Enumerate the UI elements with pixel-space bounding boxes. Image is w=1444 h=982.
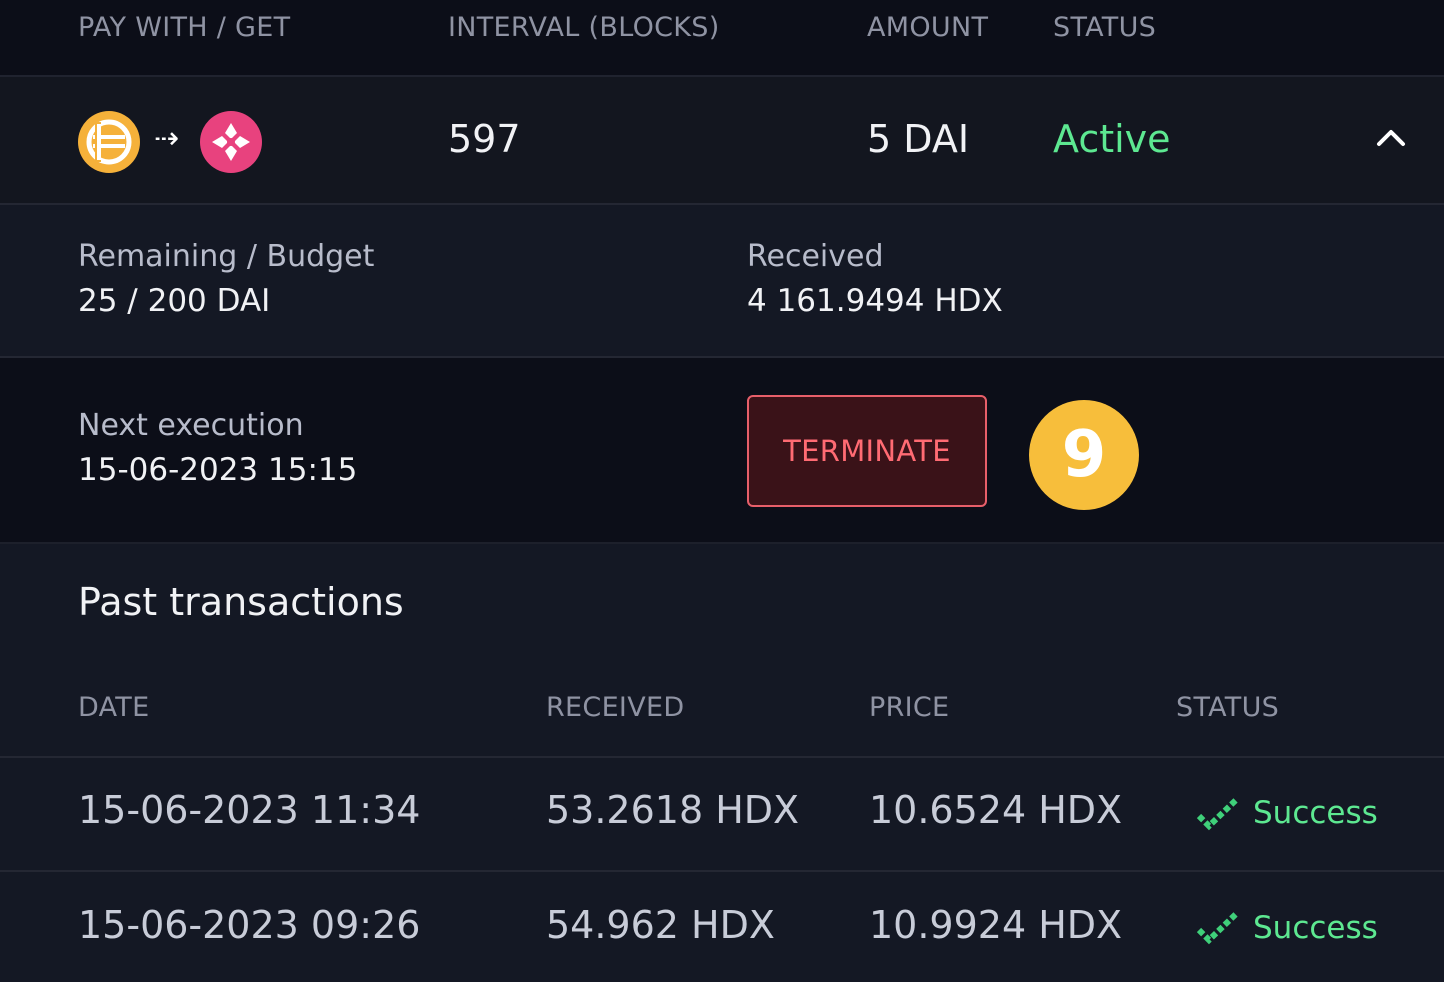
next-execution-section bbox=[0, 358, 1444, 544]
next-execution-label: Next execution bbox=[78, 408, 304, 443]
received-value: 4 161.9494 HDX bbox=[747, 283, 1003, 319]
remaining-budget-value: 25 / 200 DAI bbox=[78, 283, 271, 319]
step-number-badge: 9 bbox=[1029, 400, 1139, 510]
status-active-badge: Active bbox=[1053, 117, 1171, 161]
tx-status-success: Success bbox=[1253, 910, 1378, 946]
past-col-date: DATE bbox=[78, 692, 150, 723]
col-amount: AMOUNT bbox=[867, 12, 989, 43]
past-col-status: STATUS bbox=[1176, 692, 1280, 723]
tx-received: 53.2618 HDX bbox=[546, 788, 800, 832]
past-transactions-title: Past transactions bbox=[78, 580, 404, 624]
order-details bbox=[0, 205, 1444, 358]
tx-date: 15-06-2023 11:34 bbox=[78, 788, 421, 832]
divider bbox=[0, 756, 1444, 758]
next-execution-value: 15-06-2023 15:15 bbox=[78, 452, 358, 488]
check-icon bbox=[1196, 796, 1240, 832]
dai-token-icon bbox=[78, 111, 140, 173]
received-label: Received bbox=[747, 239, 884, 274]
tx-received: 54.962 HDX bbox=[546, 903, 775, 947]
terminate-button[interactable]: TERMINATE bbox=[747, 395, 987, 507]
col-interval: INTERVAL (BLOCKS) bbox=[448, 12, 720, 43]
amount-value: 5 DAI bbox=[867, 117, 970, 161]
tx-price: 10.6524 HDX bbox=[869, 788, 1123, 832]
past-col-price: PRICE bbox=[869, 692, 950, 723]
check-icon bbox=[1196, 910, 1240, 946]
divider bbox=[0, 870, 1444, 872]
interval-value: 597 bbox=[448, 117, 521, 161]
tx-status-success: Success bbox=[1253, 795, 1378, 831]
swap-arrow-icon: ⇢ bbox=[154, 121, 180, 156]
col-pay-with-get: PAY WITH / GET bbox=[78, 12, 291, 43]
tx-price: 10.9924 HDX bbox=[869, 903, 1123, 947]
chevron-up-icon[interactable] bbox=[1376, 122, 1406, 152]
tx-date: 15-06-2023 09:26 bbox=[78, 903, 421, 947]
past-col-received: RECEIVED bbox=[546, 692, 685, 723]
col-status: STATUS bbox=[1053, 12, 1157, 43]
hdx-token-icon bbox=[200, 111, 262, 173]
remaining-budget-label: Remaining / Budget bbox=[78, 239, 375, 274]
